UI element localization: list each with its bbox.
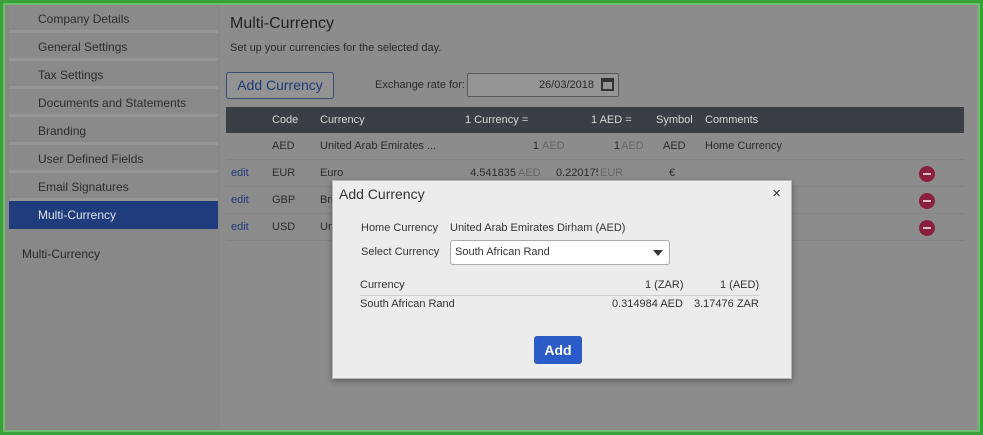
sidebar-item-general-settings[interactable]: General Settings [9,33,218,61]
cell-rate1-unit: AED [542,140,565,152]
home-currency-value: United Arab Emirates Dirham (AED) [450,222,626,234]
cell-code: EUR [272,167,296,179]
add-button[interactable]: Add [534,336,582,364]
delete-row-icon[interactable] [919,220,935,236]
add-currency-dialog: Add Currency × Home Currency United Arab… [332,180,792,379]
close-icon[interactable]: × [772,185,781,202]
delete-row-icon[interactable] [919,193,935,209]
exchange-rate-date-input[interactable]: 26/03/2018 [467,73,619,97]
currency-preview-table: Currency 1 (ZAR) 1 (AED) South African R… [360,279,759,316]
preview-header: Currency 1 (ZAR) 1 (AED) [360,279,759,296]
preview-rate-zar: 0.314984 AED [612,298,683,310]
cell-rate2: 1 [613,140,620,152]
cell-symbol: AED [663,140,686,152]
cell-currency: United Arab Emirates ... [320,140,437,152]
edit-link[interactable]: edit [231,214,249,240]
add-currency-button[interactable]: Add Currency [226,72,334,99]
table-row: AED United Arab Emirates ... 1 AED 1 AED… [226,133,964,160]
sidebar-item-documents-statements[interactable]: Documents and Statements [9,89,218,117]
cell-rate2-unit: AED [621,140,644,152]
page-title: Multi-Currency [230,15,335,32]
sidebar-item-user-defined-fields[interactable]: User Defined Fields [9,145,218,173]
sidebar-item-company-details[interactable]: Company Details [9,5,218,33]
col-header-1-currency[interactable]: 1 Currency = [465,107,528,133]
exchange-rate-label: Exchange rate for: [375,79,465,91]
preview-currency-name: South African Rand [360,298,455,310]
sidebar-item-multi-currency[interactable]: Multi-Currency [9,201,218,229]
delete-row-icon[interactable] [919,166,935,182]
preview-col-currency: Currency [360,279,405,291]
exchange-rate-date-value: 26/03/2018 [538,79,594,91]
edit-link[interactable]: edit [231,187,249,213]
preview-col-aed: 1 (AED) [720,279,760,291]
cell-rate1: 1 [532,140,539,152]
sidebar-section-label: Multi-Currency [22,247,101,261]
col-header-symbol[interactable]: Symbol [656,107,693,133]
col-header-1-aed[interactable]: 1 AED = [591,107,632,133]
cell-code: AED [272,140,295,152]
col-header-comments[interactable]: Comments [705,107,758,133]
edit-link[interactable]: edit [231,160,249,186]
grid-header: Code Currency 1 Currency = 1 AED = Symbo… [226,107,964,133]
select-currency-dropdown[interactable]: South African Rand [450,240,670,265]
sidebar: Company Details General Settings Tax Set… [5,5,220,430]
cell-code: USD [272,221,296,233]
cell-comments: Home Currency [705,140,783,152]
sidebar-item-tax-settings[interactable]: Tax Settings [9,61,218,89]
dialog-title: Add Currency [339,186,425,202]
cell-code: GBP [272,194,296,206]
chevron-down-icon[interactable] [653,250,663,256]
sidebar-item-branding[interactable]: Branding [9,117,218,145]
page-subtitle: Set up your currencies for the selected … [230,42,442,54]
select-currency-label: Select Currency [361,246,440,258]
preview-col-zar: 1 (ZAR) [645,279,684,291]
col-header-code[interactable]: Code [272,107,298,133]
home-currency-label: Home Currency [361,222,439,234]
sidebar-item-email-signatures[interactable]: Email Signatures [9,173,218,201]
preview-row: South African Rand 0.314984 AED 3.17476 … [360,296,759,316]
calendar-icon[interactable] [601,78,614,91]
selected-currency-value: South African Rand [455,246,550,258]
preview-rate-aed: 3.17476 ZAR [694,298,759,310]
col-header-currency[interactable]: Currency [320,107,365,133]
